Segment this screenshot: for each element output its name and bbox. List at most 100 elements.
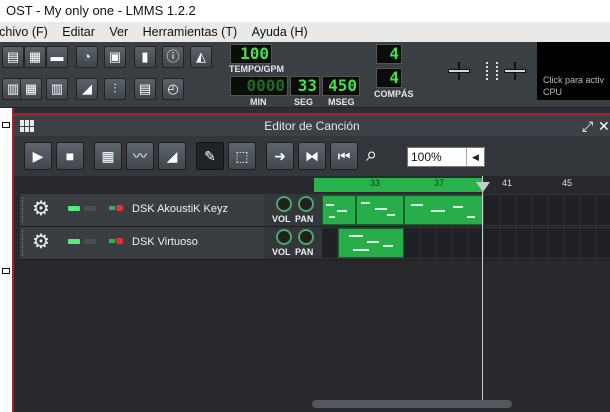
drag-handle[interactable]: [22, 197, 25, 223]
draw-mode-icon[interactable]: ✎: [196, 142, 224, 170]
window-title: OST - My only one - LMMS 1.2.2: [0, 0, 610, 22]
controller-rack-icon[interactable]: ◴: [162, 78, 184, 100]
compas-label: COMPÁS: [374, 89, 414, 99]
seg-label: SEG: [294, 97, 314, 107]
export-icon[interactable]: ▮: [134, 46, 156, 68]
stop-icon[interactable]: ■: [56, 142, 84, 170]
automation-editor-icon[interactable]: ◢: [76, 78, 98, 100]
mute-toggle[interactable]: [68, 239, 80, 244]
sidebar-icon[interactable]: [2, 268, 10, 274]
track-controls: VOL PAN: [268, 227, 322, 259]
tempo-label: TEMPO/GPM: [229, 64, 285, 74]
track-name[interactable]: DSK Virtuoso: [132, 236, 198, 248]
track-timeline[interactable]: [322, 227, 610, 259]
time-mseg-display: 450: [322, 76, 360, 96]
menu-ver[interactable]: Ver: [109, 22, 128, 42]
midi-pattern[interactable]: [338, 228, 404, 258]
cpu-label: CPU: [543, 87, 563, 97]
chevron-left-icon[interactable]: ◀: [466, 148, 484, 166]
menu-bar: rchivo (F) Editar Ver Herramientas (T) A…: [0, 22, 610, 42]
main-toolbar: ▤ ▦ ▬ ◔ ▣ ▮ ⓘ ◭ ▥ ▦ ▥ ◢ ⫶ ▤ ◴ 100 TEMPO/…: [0, 42, 610, 108]
horizontal-scrollbar[interactable]: [312, 400, 512, 408]
recent-projects-icon[interactable]: ◔: [76, 46, 98, 68]
time-sig-numerator[interactable]: 4: [376, 44, 402, 64]
mixer-icon[interactable]: ⫶: [104, 78, 126, 100]
track-row: ⚙ DSK AkoustiK Keyz VOL PAN: [20, 194, 610, 227]
back-to-start-icon[interactable]: ⏮: [330, 142, 358, 170]
follow-icon[interactable]: ➜: [266, 142, 294, 170]
loop-region[interactable]: [314, 178, 482, 192]
new-file-icon[interactable]: ▤: [2, 46, 24, 68]
time-seg-display: 33: [290, 76, 320, 96]
tempo-display[interactable]: 100: [230, 44, 272, 64]
song-editor-window-icon: [20, 120, 34, 132]
cpu-hint: Click para activ: [543, 75, 605, 85]
menu-editar[interactable]: Editar: [62, 22, 95, 42]
drag-handle[interactable]: [22, 230, 25, 256]
add-beat-track-icon[interactable]: ▦: [94, 142, 122, 170]
vol-label: VOL: [272, 247, 291, 257]
volume-knob[interactable]: [276, 196, 292, 212]
song-editor-title: Editor de Canción: [264, 119, 360, 133]
vol-label: VOL: [272, 214, 291, 224]
pan-label: PAN: [295, 214, 314, 224]
track-row: ⚙ DSK Virtuoso VOL PAN: [20, 227, 610, 260]
menu-archivo[interactable]: rchivo (F): [0, 22, 48, 42]
time-min-display: 0000: [230, 76, 288, 96]
instrument-plug-icon: [109, 205, 123, 211]
pan-knob[interactable]: [298, 229, 314, 245]
track-controls: VOL PAN: [268, 194, 322, 226]
playhead-line: [482, 176, 483, 406]
close-icon[interactable]: ✕: [598, 116, 610, 136]
track-header: ⚙ DSK AkoustiK Keyz: [20, 194, 264, 226]
zoom-icon: ⌕: [366, 144, 378, 166]
add-sample-track-icon[interactable]: 〰: [126, 142, 154, 170]
midi-pattern[interactable]: [356, 195, 404, 225]
midi-pattern[interactable]: [404, 195, 484, 225]
add-automation-track-icon[interactable]: ◢: [158, 142, 186, 170]
menu-ayuda[interactable]: Ayuda (H): [252, 22, 308, 42]
select-mode-icon[interactable]: ⬚: [228, 142, 256, 170]
menu-herramientas[interactable]: Herramientas (T): [143, 22, 237, 42]
beat-editor-icon[interactable]: ▦: [20, 78, 42, 100]
open-folder-icon[interactable]: ▬: [46, 46, 68, 68]
piano-roll-icon[interactable]: ▥: [46, 78, 68, 100]
bar-label: 41: [502, 178, 513, 188]
sidebar-icon[interactable]: [2, 122, 10, 128]
bar-label: 37: [434, 178, 445, 188]
volume-knob[interactable]: [276, 229, 292, 245]
track-timeline[interactable]: [322, 194, 610, 226]
midi-pattern[interactable]: [322, 195, 356, 225]
zoom-select[interactable]: 100% ◀: [407, 147, 485, 167]
time-sig-denominator[interactable]: 4: [376, 68, 402, 88]
gear-icon[interactable]: ⚙: [32, 198, 50, 220]
min-label: MIN: [250, 97, 267, 107]
master-pitch-icon: [486, 62, 498, 80]
solo-toggle[interactable]: [84, 206, 96, 211]
pan-label: PAN: [295, 247, 314, 257]
bar-label: 45: [562, 178, 573, 188]
mute-toggle[interactable]: [68, 206, 80, 211]
gear-icon[interactable]: ⚙: [32, 231, 50, 253]
maximize-icon[interactable]: ⤢: [582, 116, 593, 136]
timeline-ruler[interactable]: 33 37 41 45: [14, 176, 610, 194]
song-editor-titlebar: Editor de Canción ⤢ ✕: [14, 116, 610, 136]
stop-behavior-icon[interactable]: ⧓: [298, 142, 326, 170]
pan-knob[interactable]: [298, 196, 314, 212]
new-template-icon[interactable]: ▦: [24, 46, 46, 68]
track-name[interactable]: DSK AkoustiK Keyz: [132, 203, 228, 215]
master-volume-icon: [430, 62, 444, 80]
master-volume-slider[interactable]: [448, 62, 470, 80]
playhead-marker[interactable]: [476, 182, 490, 192]
master-pitch-slider[interactable]: [504, 62, 526, 80]
metronome-icon[interactable]: ◭: [190, 46, 212, 68]
save-icon[interactable]: ▣: [104, 46, 126, 68]
play-icon[interactable]: ▶: [24, 142, 52, 170]
song-editor-window: Editor de Canción ⤢ ✕ ▶ ■ ▦ 〰 ◢ ✎ ⬚ ➜ ⧓ …: [14, 113, 610, 412]
song-editor-toolbar: ▶ ■ ▦ 〰 ◢ ✎ ⬚ ➜ ⧓ ⏮ ⌕ 100% ◀: [14, 136, 610, 176]
cpu-meter[interactable]: Click para activ CPU: [537, 42, 610, 100]
info-icon[interactable]: ⓘ: [162, 46, 184, 68]
solo-toggle[interactable]: [84, 239, 96, 244]
track-header: ⚙ DSK Virtuoso: [20, 227, 264, 259]
project-notes-icon[interactable]: ▤: [134, 78, 156, 100]
